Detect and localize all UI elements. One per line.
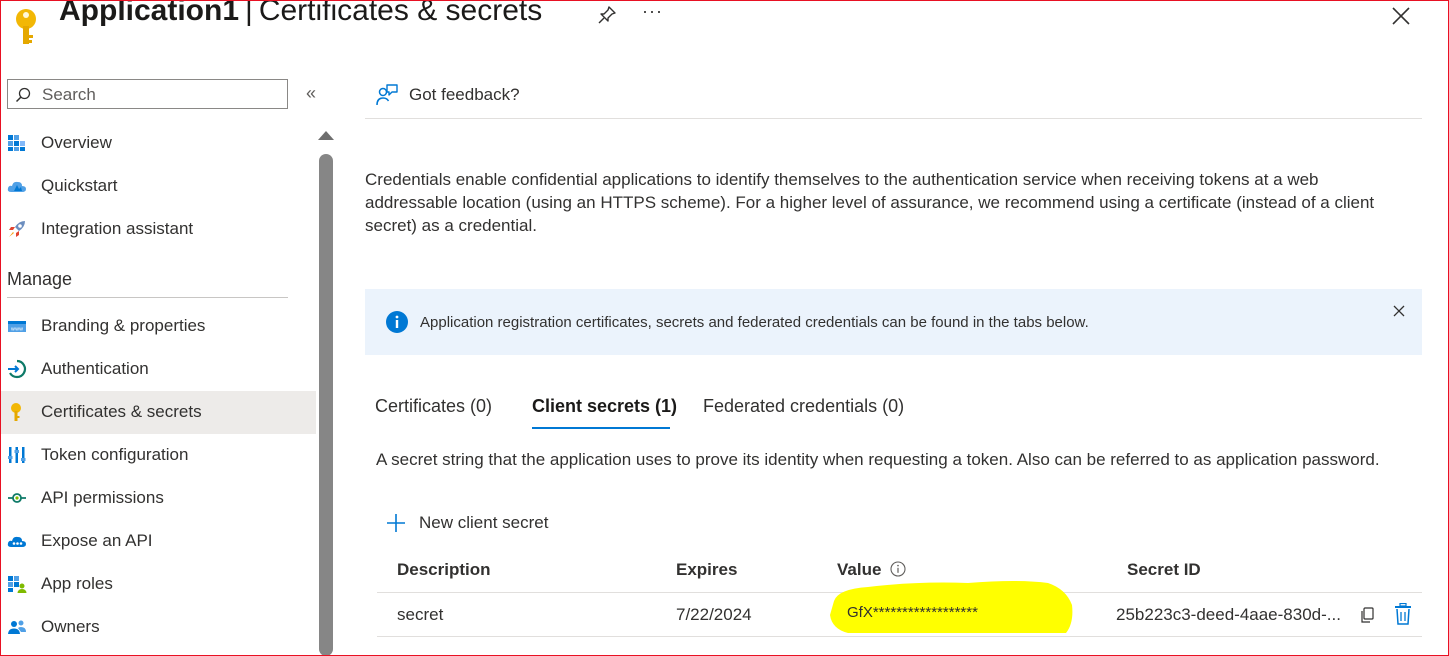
new-client-secret-label: New client secret <box>419 513 549 532</box>
page-title: Application1 | Certificates & secrets <box>59 0 542 28</box>
new-client-secret-button[interactable]: New client secret <box>386 511 548 535</box>
tab-federated-credentials[interactable]: Federated credentials (0) <box>703 396 904 417</box>
sidebar-item-label: Token configuration <box>41 445 189 464</box>
sidebar-item-overview[interactable]: Overview <box>0 122 316 165</box>
app-key-icon <box>16 9 36 44</box>
sidebar-item-label: Certificates & secrets <box>41 402 202 421</box>
api-permissions-icon <box>8 493 26 503</box>
column-header-secret-id: Secret ID <box>1127 560 1201 579</box>
section-header-label: Manage <box>7 269 73 289</box>
search-input[interactable] <box>40 83 284 107</box>
expose-api-cloud-icon <box>7 536 27 547</box>
sidebar-item-app-roles[interactable]: App roles <box>0 563 316 606</box>
overview-grid-icon <box>8 135 25 151</box>
search-box[interactable] <box>7 79 288 109</box>
add-icon <box>387 514 405 532</box>
sidebar-item-token-configuration[interactable]: Token configuration <box>0 434 316 477</box>
sidebar-item-label: Overview <box>41 133 112 152</box>
secret-expires-cell: 7/22/2024 <box>676 605 752 624</box>
sidebar-item-certificates-secrets[interactable]: Certificates & secrets <box>0 391 316 434</box>
column-header-expires: Expires <box>676 560 738 579</box>
secret-id-cell: 25b223c3-deed-4aae-830d-... <box>1116 605 1341 624</box>
section-divider <box>7 297 288 298</box>
quickstart-cloud-icon <box>7 181 27 192</box>
toolbar-divider <box>365 118 1422 119</box>
page-name: Certificates & secrets <box>258 0 543 27</box>
sidebar-item-label: Expose an API <box>41 531 153 550</box>
pin-icon[interactable] <box>596 4 618 26</box>
app-roles-icon <box>8 576 27 593</box>
credentials-description: Credentials enable confidential applicat… <box>365 170 1375 235</box>
sidebar-item-quickstart[interactable]: Quickstart <box>0 165 316 208</box>
feedback-label: Got feedback? <box>409 85 520 104</box>
sidebar-item-label: Owners <box>41 617 100 636</box>
feedback-icon <box>376 84 398 106</box>
sidebar-item-label: App roles <box>41 574 113 593</box>
tab-client-secrets[interactable]: Client secrets (1) <box>532 396 677 417</box>
token-config-icon <box>8 447 26 463</box>
sidebar-item-label: API permissions <box>41 488 164 507</box>
secret-value-cell[interactable]: GfX****************** <box>847 604 978 621</box>
feedback-button[interactable]: Got feedback? <box>375 82 520 108</box>
active-tab-indicator <box>532 427 670 429</box>
sidebar-item-label: Authentication <box>41 359 149 378</box>
key-icon <box>11 403 21 421</box>
column-header-description: Description <box>397 560 491 579</box>
copy-icon[interactable] <box>1359 606 1377 624</box>
info-icon <box>386 311 408 333</box>
collapse-sidebar-button[interactable]: « <box>306 84 326 104</box>
delete-icon[interactable] <box>1393 603 1413 625</box>
more-options-icon[interactable]: ··· <box>642 1 663 22</box>
sidebar-item-owners[interactable]: Owners <box>0 606 316 649</box>
sidebar-item-expose-api[interactable]: Expose an API <box>0 520 316 563</box>
info-banner-text: Application registration certificates, s… <box>420 314 1089 331</box>
sidebar-scrollbar-thumb[interactable] <box>319 154 333 656</box>
tab-certificates[interactable]: Certificates (0) <box>375 396 492 417</box>
sidebar-nav: Overview Quickstart Integration assistan… <box>0 122 316 649</box>
sidebar-item-authentication[interactable]: Authentication <box>0 348 316 391</box>
svg-text:www: www <box>11 327 23 333</box>
sidebar-item-label: Branding & properties <box>41 316 206 335</box>
section-header-manage: Manage <box>0 251 316 305</box>
owners-icon <box>8 620 26 634</box>
scroll-up-arrow[interactable] <box>318 131 334 140</box>
sidebar-item-api-permissions[interactable]: API permissions <box>0 477 316 520</box>
secret-description-cell: secret <box>397 605 444 624</box>
search-icon <box>15 87 31 103</box>
authentication-icon <box>8 359 26 379</box>
rocket-icon <box>9 221 25 237</box>
branding-icon: www <box>8 321 26 333</box>
title-separator: | <box>245 0 253 27</box>
info-banner: Application registration certificates, s… <box>365 289 1422 355</box>
dismiss-banner-icon[interactable] <box>1392 304 1406 318</box>
sidebar-item-label: Integration assistant <box>41 219 194 238</box>
table-row-divider <box>377 636 1422 637</box>
client-secrets-description: A secret string that the application use… <box>376 450 1380 469</box>
app-name: Application1 <box>59 0 240 27</box>
sidebar-item-integration-assistant[interactable]: Integration assistant <box>0 208 316 251</box>
sidebar-item-branding[interactable]: www Branding & properties <box>0 305 316 348</box>
close-blade-icon[interactable] <box>1390 5 1412 27</box>
sidebar-item-label: Quickstart <box>41 176 118 195</box>
